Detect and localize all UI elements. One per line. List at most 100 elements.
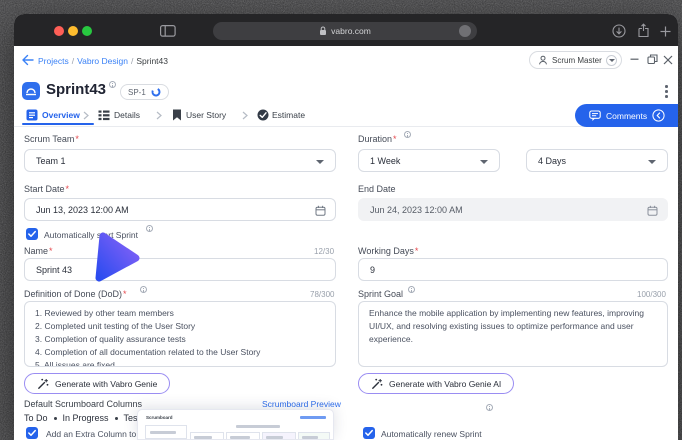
scrum-team-select[interactable]: Team 1 [24,149,336,172]
duration-week-select[interactable]: 1 Week [358,149,500,172]
sprint-goal-textarea[interactable]: Enhance the mobile application by implem… [358,301,668,367]
bullet-icon [54,417,57,420]
screenshot-stage: vabro.com Projects/Vabro Design/Sprint43… [0,0,682,440]
role-label: Scrum Master [552,56,602,65]
window-restore-icon[interactable] [647,54,658,65]
address-bar[interactable]: vabro.com [213,22,477,40]
share-icon[interactable] [637,23,650,38]
dod-line: 3. Completion of quality assurance tests [35,333,325,346]
start-date-value: Jun 13, 2023 12:00 AM [36,205,129,215]
person-icon [538,55,548,65]
details-tab-icon [98,109,110,121]
new-tab-icon[interactable] [660,26,671,37]
sprint-key-badge[interactable]: SP-1 [120,84,169,100]
column-testing: Tes [124,413,138,423]
dod-line: 5. All issues are fixed [35,359,325,367]
name-value: Sprint 43 [36,265,72,275]
window-close-icon[interactable] [663,55,673,65]
sprint-goal-counter: 100/300 [637,290,666,299]
column-in-progress: In Progress [63,413,109,423]
duration-days-select[interactable]: 4 Days [526,149,668,172]
dod-line: 4. Completion of all documentation relat… [35,346,325,359]
end-date-value: Jun 24, 2023 12:00 AM [370,205,463,215]
chevron-right-icon [83,111,89,120]
estimate-tab-icon [257,109,269,121]
calendar-icon[interactable] [315,205,326,216]
name-label: Name [24,246,53,256]
tab-estimate[interactable]: Estimate [272,110,305,120]
auto-renew-checkbox[interactable] [363,427,375,439]
check-icon [27,428,37,438]
cursor-pointer-icon [88,226,146,288]
end-date-label: End Date [358,184,396,194]
lock-icon [319,26,327,36]
collapse-panel-icon[interactable] [652,109,665,122]
generate-genie-ai-button[interactable]: Generate with Vabro Genie AI [358,373,514,394]
auto-renew-label: Automatically renew Sprint [381,429,482,439]
working-days-input[interactable]: 9 [358,258,668,281]
chevron-right-icon [156,111,162,120]
kebab-menu-icon[interactable] [665,85,668,98]
popup-action-link[interactable] [300,416,326,419]
magic-wand-icon [371,378,383,390]
sprint-goal-info-icon[interactable] [408,286,415,293]
sidebar-toggle-icon[interactable] [160,25,176,37]
traffic-light-close[interactable] [54,26,64,36]
role-selector[interactable]: Scrum Master [529,51,622,69]
renew-info-icon[interactable] [486,404,493,411]
breadcrumb-separator: / [72,56,74,66]
back-arrow-icon[interactable] [21,54,34,66]
generate-genie-ai-label: Generate with Vabro Genie AI [389,379,501,389]
title-info-icon[interactable] [109,81,116,88]
breadcrumb-separator: / [131,56,133,66]
scrumboard-columns-label: Default Scrumboard Columns [24,399,142,409]
role-caret-icon [606,55,617,66]
dod-label: Definition of Done (DoD) [24,289,127,299]
breadcrumb-projects[interactable]: Projects [38,56,69,66]
dod-line: 2. Completed unit testing of the User St… [35,320,325,333]
traffic-light-zoom[interactable] [82,26,92,36]
url-text: vabro.com [331,26,371,36]
comments-button[interactable]: Comments [575,104,678,127]
check-icon [27,229,37,239]
page-title: Sprint43 [46,81,106,98]
bullet-icon [115,417,118,420]
window-minimize-icon[interactable] [630,58,639,61]
default-columns-row: To Do In Progress Tes [24,413,138,423]
sprint-goal-label: Sprint Goal [358,289,403,299]
auto-start-checkbox[interactable] [26,228,38,240]
breadcrumb-current: Sprint43 [136,56,168,66]
downloads-icon[interactable] [612,24,626,38]
reader-button[interactable] [459,25,471,37]
column-to-do: To Do [24,413,48,423]
scrumboard-preview-link[interactable]: Scrumboard Preview [262,399,341,409]
popup-column-header [226,432,260,440]
sprint-key-label: SP-1 [128,88,146,97]
working-days-label: Working Days [358,246,418,256]
status-ring-icon [151,87,161,97]
popup-column-header [262,432,296,440]
breadcrumb: Projects/Vabro Design/Sprint43 [38,56,168,66]
generate-genie-button[interactable]: Generate with Vabro Genie [24,373,170,394]
tab-user-story[interactable]: User Story [186,110,226,120]
scrum-team-value: Team 1 [36,156,66,166]
start-date-input[interactable]: Jun 13, 2023 12:00 AM [24,198,336,221]
popup-column-header [298,432,330,440]
duration-info-icon[interactable] [404,131,411,138]
extra-column-checkbox[interactable] [26,427,38,439]
chevron-right-icon [242,111,248,120]
chevron-down-icon [480,160,488,164]
auto-start-info-icon[interactable] [146,225,153,232]
name-counter: 12/30 [314,247,334,256]
dod-textarea[interactable]: 1. Reviewed by other team members 2. Com… [24,301,336,367]
duration-days-value: 4 Days [538,156,566,166]
tabs-divider [14,126,678,127]
name-input[interactable]: Sprint 43 [24,258,336,281]
traffic-light-minimize[interactable] [68,26,78,36]
user-story-tab-icon [172,109,182,121]
tab-overview[interactable]: Overview [42,110,80,120]
tab-details[interactable]: Details [114,110,140,120]
breadcrumb-vabro-design[interactable]: Vabro Design [77,56,128,66]
popup-user-story-cell [145,425,187,439]
duration-week-value: 1 Week [370,156,400,166]
